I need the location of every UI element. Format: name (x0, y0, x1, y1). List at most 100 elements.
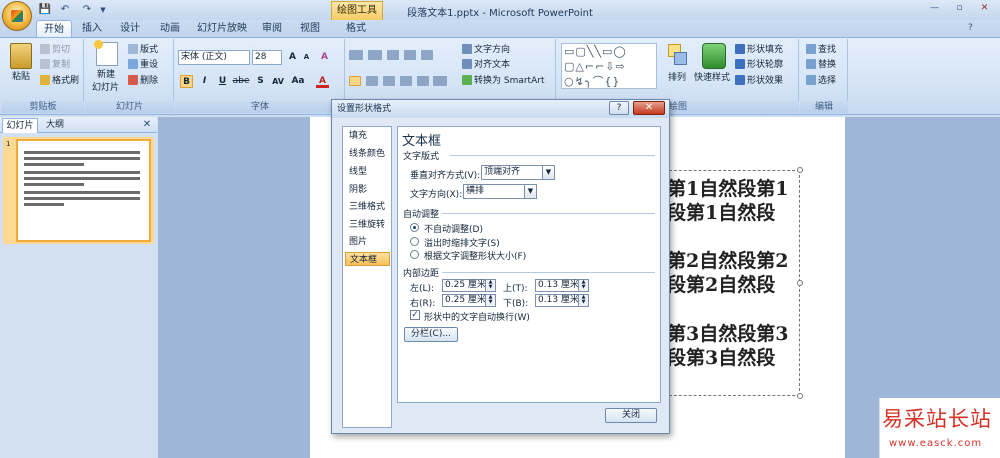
nav-3d-format[interactable]: 三维格式 (345, 200, 390, 214)
radio-no-autofit[interactable] (410, 223, 419, 232)
thumbnail-text-line (24, 191, 140, 194)
nav-3d-rotation[interactable]: 三维旋转 (345, 218, 390, 232)
paste-button[interactable]: 粘贴 (12, 71, 30, 83)
quick-styles-button[interactable]: 快速样式 (694, 72, 730, 84)
text-direction-value: 横排 (466, 186, 485, 196)
shadow-button[interactable]: S (254, 75, 267, 88)
bottom-margin-input[interactable]: 0.13 厘米 ▲ ▼ (535, 294, 589, 307)
top-margin-label: 上(T): (503, 284, 528, 294)
ribbon-tab-bar (0, 20, 1000, 38)
section-divider (442, 213, 655, 214)
spinner-arrows-icon: ▲ ▼ (485, 280, 495, 291)
office-button[interactable] (2, 1, 32, 31)
shrink-font-button[interactable]: A (300, 51, 313, 64)
replace-button[interactable]: 替换 (806, 59, 836, 71)
wrap-text-checkbox[interactable]: ✓ (410, 310, 420, 320)
shapes-gallery[interactable]: ▭▢╲╲▭◯ ▢△⌐⌐⇩⇨ ○↯╮⌒{} (561, 43, 657, 89)
smartart-button[interactable]: 转换为 SmartArt (462, 75, 544, 87)
shape-outline-button[interactable]: 形状轮廓 (735, 59, 783, 71)
font-group-label: 字体 (175, 101, 345, 113)
top-margin-input[interactable]: 0.13 厘米 ▲ ▼ (535, 279, 589, 292)
text-direction-select[interactable]: 横排 ▼ (463, 184, 537, 199)
text-direction-button[interactable]: 文字方向 (462, 44, 510, 56)
tab-slides[interactable]: 幻灯片 (2, 118, 38, 133)
left-margin-label: 左(L): (410, 284, 435, 294)
window-title: 段落文本1.pptx - Microsoft PowerPoint (407, 8, 593, 19)
grow-font-button[interactable]: A (286, 51, 299, 64)
close-pane-icon[interactable]: ✕ (141, 119, 153, 131)
change-case-button[interactable]: Aa (290, 75, 306, 88)
vertical-align-select[interactable]: 顶端对齐 ▼ (481, 165, 555, 180)
arrange-icon[interactable] (668, 44, 688, 68)
copy-button[interactable]: 复制 (40, 59, 70, 71)
watermark-url: www.easck.com (889, 438, 983, 449)
slide-number: 1 (6, 140, 11, 148)
nav-picture[interactable]: 图片 (345, 235, 390, 249)
decrease-indent-icon (386, 50, 399, 60)
tab-slideshow[interactable]: 幻灯片放映 (192, 20, 252, 38)
spinner-arrows-icon: ▲ ▼ (578, 295, 588, 306)
restore-button[interactable]: ▫ (950, 1, 969, 15)
tab-design[interactable]: 设计 (114, 20, 146, 38)
layout-button[interactable]: 版式 (128, 44, 158, 56)
tab-view[interactable]: 视图 (294, 20, 326, 38)
shape-fill-button[interactable]: 形状填充 (735, 44, 783, 56)
align-text-button[interactable]: 对齐文本 (462, 59, 510, 71)
nav-fill[interactable]: 填充 (345, 129, 390, 143)
nav-text-box[interactable]: 文本框 (345, 252, 390, 266)
delete-slide-button[interactable]: 删除 (128, 75, 158, 87)
resize-handle[interactable] (797, 280, 803, 286)
new-slide-button[interactable]: 新建 (97, 69, 115, 81)
minimize-button[interactable]: — (925, 1, 944, 15)
italic-button[interactable]: I (198, 75, 211, 88)
right-margin-input[interactable]: 0.25 厘米 ▲ ▼ (442, 294, 496, 307)
close-window-button[interactable]: ✕ (975, 1, 994, 15)
quick-styles-icon[interactable] (702, 43, 726, 69)
find-button[interactable]: 查找 (806, 44, 836, 56)
tab-format[interactable]: 格式 (336, 20, 376, 38)
alignment-buttons[interactable] (349, 76, 459, 90)
font-color-button[interactable]: A (316, 75, 329, 88)
binoculars-icon (806, 44, 816, 54)
radio-shrink-on-overflow[interactable] (410, 237, 419, 246)
tab-animations[interactable]: 动画 (152, 20, 188, 38)
bold-button[interactable]: B (180, 75, 193, 88)
dialog-help-button[interactable]: ? (609, 101, 629, 115)
pencil-icon (735, 59, 745, 69)
new-slide-icon[interactable] (94, 40, 118, 66)
tab-home[interactable]: 开始 (36, 20, 72, 38)
columns-button[interactable]: 分栏(C)... (404, 327, 458, 342)
reset-icon (128, 59, 138, 69)
radio-resize-shape[interactable] (410, 250, 419, 259)
nav-line-color[interactable]: 线条颜色 (345, 147, 390, 161)
reset-button[interactable]: 重设 (128, 59, 158, 71)
cut-button[interactable]: 剪切 (40, 44, 70, 56)
resize-handle[interactable] (797, 167, 803, 173)
dialog-close-action-button[interactable]: 关闭 (605, 408, 657, 423)
nav-shadow[interactable]: 阴影 (345, 183, 390, 197)
format-painter-button[interactable]: 格式刷 (40, 75, 79, 87)
tab-review[interactable]: 审阅 (256, 20, 288, 38)
font-name-select[interactable]: 宋体 (正文) (178, 50, 250, 65)
strikethrough-button[interactable]: abe (232, 75, 250, 88)
shape-effects-button[interactable]: 形状效果 (735, 75, 783, 87)
font-size-select[interactable]: 28 (252, 50, 282, 65)
paste-icon[interactable] (10, 43, 32, 69)
select-button[interactable]: 选择 (806, 75, 836, 87)
clear-format-button[interactable]: A (318, 51, 331, 64)
char-spacing-button[interactable]: AV (270, 75, 286, 88)
underline-button[interactable]: U (216, 75, 229, 88)
tab-outline[interactable]: 大纲 (40, 118, 70, 133)
spinner-arrows-icon: ▲ ▼ (578, 280, 588, 291)
help-icon[interactable]: ? (968, 23, 982, 35)
clipboard-group-label: 剪贴板 (2, 101, 84, 113)
left-margin-input[interactable]: 0.25 厘米 ▲ ▼ (442, 279, 496, 292)
arrange-button[interactable]: 排列 (668, 72, 686, 84)
nav-line-style[interactable]: 线型 (345, 165, 390, 179)
resize-handle[interactable] (797, 393, 803, 399)
pane-title: 文本框 (402, 134, 442, 149)
dialog-close-button[interactable]: ✕ (633, 101, 665, 115)
list-buttons[interactable] (349, 50, 453, 64)
tab-insert[interactable]: 插入 (76, 20, 108, 38)
justify-icon (399, 76, 412, 86)
